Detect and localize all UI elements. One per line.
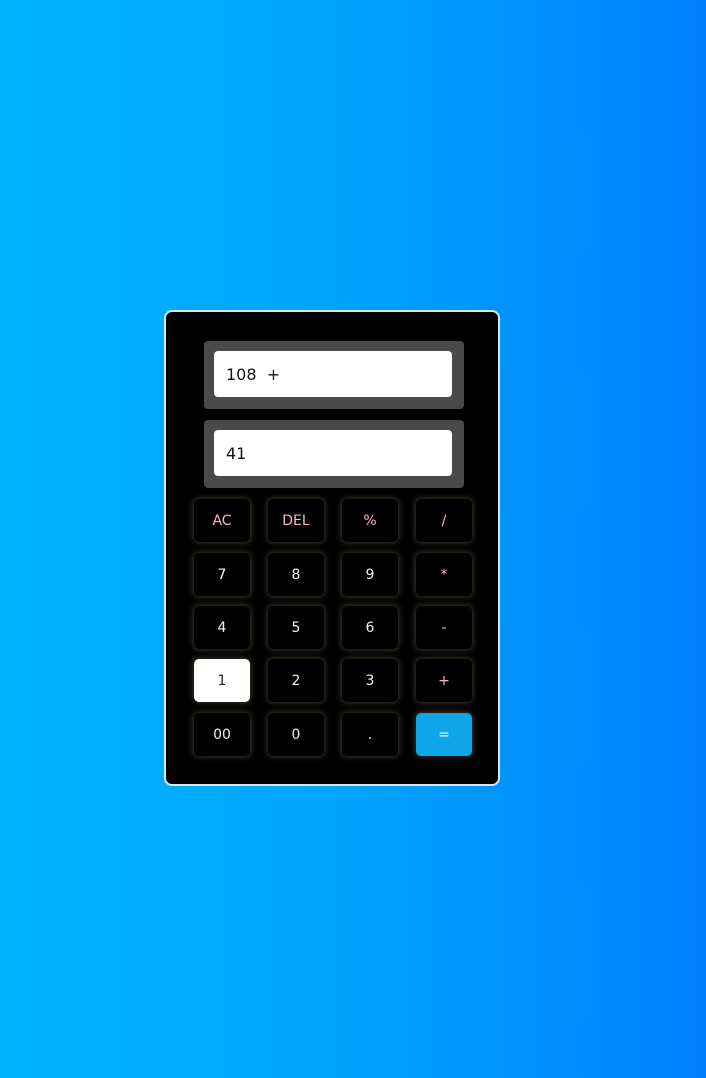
previous-operand-display [204,341,464,409]
divide-button[interactable]: / [416,499,472,542]
previous-operand-field[interactable] [214,351,452,397]
digit-2-button[interactable]: 2 [268,659,324,702]
current-operand-display [204,420,464,488]
digit-5-button[interactable]: 5 [268,606,324,649]
digit-0-button[interactable]: 0 [268,713,324,756]
percent-button[interactable]: % [342,499,398,542]
digit-6-button[interactable]: 6 [342,606,398,649]
equals-button[interactable]: = [416,713,472,756]
digit-9-button[interactable]: 9 [342,553,398,596]
current-operand-field[interactable] [214,430,452,476]
decimal-point-button[interactable]: . [342,713,398,756]
multiply-button[interactable]: * [416,553,472,596]
all-clear-button[interactable]: AC [194,499,250,542]
calculator: AC DEL % / 7 8 9 * 4 5 6 - 1 2 3 + 00 0 … [164,310,500,786]
digit-8-button[interactable]: 8 [268,553,324,596]
plus-button[interactable]: + [416,659,472,702]
minus-button[interactable]: - [416,606,472,649]
double-zero-button[interactable]: 00 [194,713,250,756]
digit-1-button[interactable]: 1 [194,659,250,702]
digit-3-button[interactable]: 3 [342,659,398,702]
digit-4-button[interactable]: 4 [194,606,250,649]
digit-7-button[interactable]: 7 [194,553,250,596]
delete-button[interactable]: DEL [268,499,324,542]
